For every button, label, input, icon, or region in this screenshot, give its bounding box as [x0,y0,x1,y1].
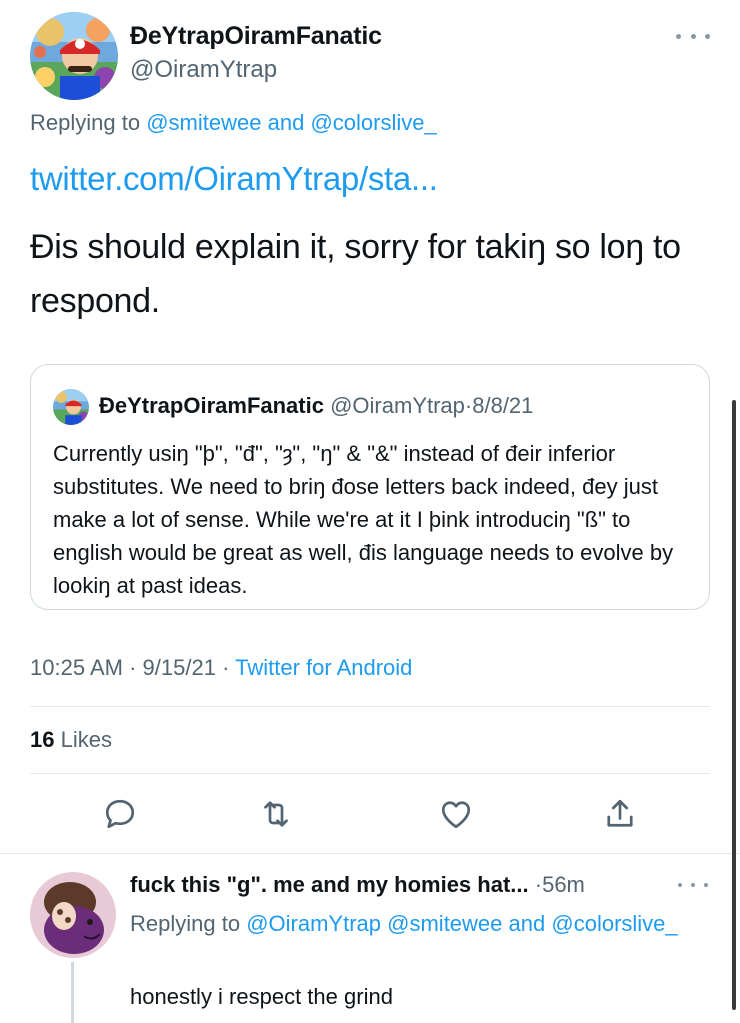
tweet-action-bar [0,790,740,840]
more-dot [691,883,695,887]
tweet-text: Đis should explain it, sorry for takiŋ s… [30,228,681,320]
quote-handle: @OiramYtrap [330,393,465,418]
quote-display-name: ĐeYtrapOiramFanatic [99,393,324,418]
share-icon [607,799,633,827]
more-dot [676,33,681,39]
more-dot [705,33,710,39]
replying-and[interactable]: and [509,911,546,936]
quote-header: ĐeYtrapOiramFanatic @OiramYtrap·8/8/21 [99,393,533,419]
mario-party-avatar-icon [53,389,89,425]
replying-to-line: Replying to @smitewee and @colorslive_ [30,110,437,136]
reply-author-avatar[interactable] [30,872,116,958]
likes-count-link[interactable]: 16 Likes [30,727,112,753]
mention-link[interactable]: @smitewee [387,911,502,936]
more-dot [704,883,708,887]
like-icon [441,801,471,829]
quote-text: Currently usiŋ "þ", "đ", "ȝ", "ŋ" & "&" … [53,441,674,598]
reply-display-name[interactable]: fuck this "g". me and my homies hat... [130,872,529,897]
retweet-button[interactable] [252,790,300,838]
tweet-time: 10:25 AM [30,655,123,680]
timestamp-separator: · [222,655,230,680]
scrollbar[interactable] [732,400,736,1010]
reply-time: 56m [542,872,585,897]
quote-author-avatar [53,389,89,425]
author-display-name[interactable]: ĐeYtrapOiramFanatic [130,22,382,51]
mario-party-avatar-icon [30,12,118,100]
reply-icon [105,799,135,829]
replying-and[interactable]: and [268,110,305,135]
tweet-source-link[interactable]: Twitter for Android [235,655,412,680]
more-options-icon[interactable] [676,30,710,42]
likes-label: Likes [60,727,112,752]
more-dot [678,883,682,887]
tweet-date: 9/15/21 [142,655,216,680]
divider [0,853,740,854]
author-handle[interactable]: @OiramYtrap [130,56,277,84]
author-avatar[interactable] [30,12,118,100]
tweet-url-link[interactable]: twitter.com/OiramYtrap/sta... [30,160,438,198]
tweet-timestamp: 10:25 AM · 9/15/21 · Twitter for Android [30,655,412,681]
divider [30,773,710,774]
divider [30,706,710,707]
mention-link[interactable]: @OiramYtrap [246,911,381,936]
retweet-icon [264,801,288,827]
more-dot [690,33,696,39]
mention-link[interactable]: @colorslive_ [551,911,677,936]
replying-prefix: Replying to [130,911,241,936]
quoted-tweet-card[interactable]: ĐeYtrapOiramFanatic @OiramYtrap·8/8/21 C… [30,364,710,610]
reply-separator: · [534,872,543,897]
reply-more-options-icon[interactable] [678,880,708,890]
likes-number: 16 [30,727,55,752]
tweet-detail-page: ĐeYtrapOiramFanatic @OiramYtrap Replying… [0,0,740,1023]
replying-prefix: Replying to [30,110,141,135]
mention-link[interactable]: @colorslive_ [310,110,436,135]
mention-link[interactable]: @smitewee [146,110,261,135]
thread-line [71,962,74,1023]
timestamp-separator: · [129,655,137,680]
reply-replying-to-line: Replying to @OiramYtrap @smitewee and @c… [130,906,690,941]
quote-date: 8/8/21 [472,393,534,418]
reply-header: fuck this "g". me and my homies hat... ·… [130,872,585,898]
cartoon-creature-avatar-icon [30,872,116,958]
share-button[interactable] [596,790,644,838]
reply-text: honestly i respect the grind [130,984,393,1009]
like-button[interactable] [432,790,480,838]
reply-button[interactable] [96,790,144,838]
